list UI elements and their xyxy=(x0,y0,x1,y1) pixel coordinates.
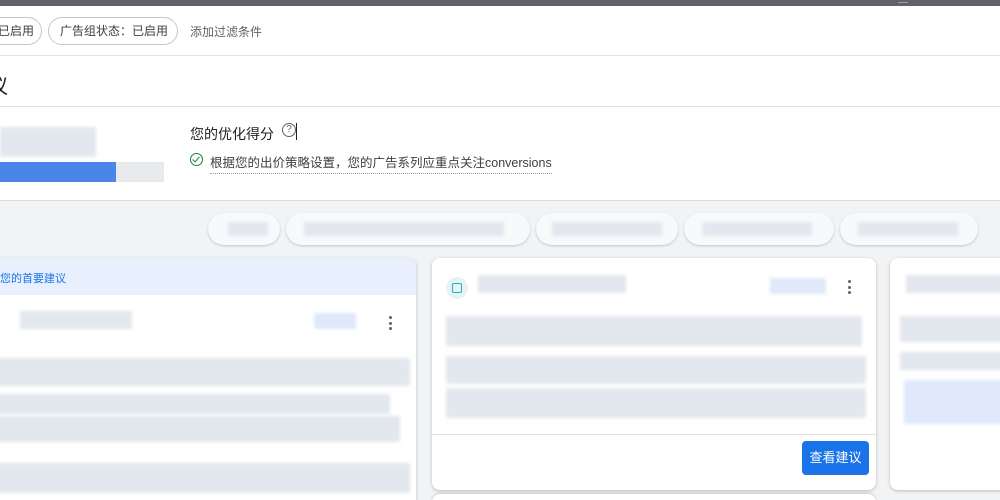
more-options-icon[interactable] xyxy=(389,316,393,332)
pill-label-redacted xyxy=(858,222,958,236)
card-body-redacted xyxy=(0,416,400,442)
more-options-icon[interactable] xyxy=(848,280,852,296)
category-filter-pills xyxy=(208,213,978,245)
recommendation-card: 您的首要建议 xyxy=(0,258,416,500)
card-title-redacted xyxy=(20,311,132,329)
card-body-redacted xyxy=(446,356,866,384)
pill-label-redacted xyxy=(228,222,268,236)
page-header: 议 xyxy=(0,56,1000,107)
card-body-redacted xyxy=(0,358,410,386)
card-divider xyxy=(432,434,876,435)
category-icon xyxy=(446,277,468,299)
impact-badge-redacted xyxy=(770,278,826,294)
score-value-redacted xyxy=(0,127,96,157)
card-title-redacted xyxy=(906,275,1000,293)
window-control[interactable] xyxy=(898,0,908,3)
next-card-edge xyxy=(432,494,876,500)
pill-label-redacted xyxy=(702,222,812,236)
card-title-redacted xyxy=(478,275,626,293)
card-body-redacted xyxy=(0,463,410,493)
pill-label-redacted xyxy=(304,222,504,236)
card-body-redacted xyxy=(0,394,390,414)
recommendation-card xyxy=(890,258,1000,490)
optimization-score-panel: 您的优化得分 ? 根据您的出价策略设置，您的广告系列应重点关注conversio… xyxy=(0,107,1000,201)
add-filter-link[interactable]: 添加过滤条件 xyxy=(190,23,262,40)
priority-label: 您的首要建议 xyxy=(0,273,66,285)
help-icon[interactable]: ? xyxy=(282,123,296,137)
page-title: 议 xyxy=(0,70,8,99)
card-body-redacted xyxy=(900,352,1000,370)
impact-badge-redacted xyxy=(314,313,356,329)
pill-label-redacted xyxy=(552,222,662,236)
priority-header: 您的首要建议 xyxy=(0,258,416,295)
card-body-redacted xyxy=(446,316,862,346)
card-body-redacted xyxy=(904,380,1000,424)
card-body-redacted xyxy=(900,316,1000,342)
filter-bar: 已启用 广告组状态：已启用 添加过滤条件 xyxy=(0,6,1000,56)
adgroup-status-filter-chip[interactable]: 广告组状态：已启用 xyxy=(48,17,178,45)
recommendation-card: 查看建议 xyxy=(432,258,876,490)
optimization-score-label: 您的优化得分 xyxy=(190,126,274,142)
score-progress-track xyxy=(116,162,164,182)
card-body-redacted xyxy=(446,388,866,418)
view-recommendation-button[interactable]: 查看建议 xyxy=(802,441,869,475)
bid-strategy-message[interactable]: 根据您的出价策略设置，您的广告系列应重点关注conversions xyxy=(210,152,552,174)
status-filter-chip[interactable]: 已启用 xyxy=(0,17,42,45)
text-cursor xyxy=(296,123,297,140)
check-circle-icon xyxy=(190,153,203,166)
score-progress-fill xyxy=(0,162,116,182)
